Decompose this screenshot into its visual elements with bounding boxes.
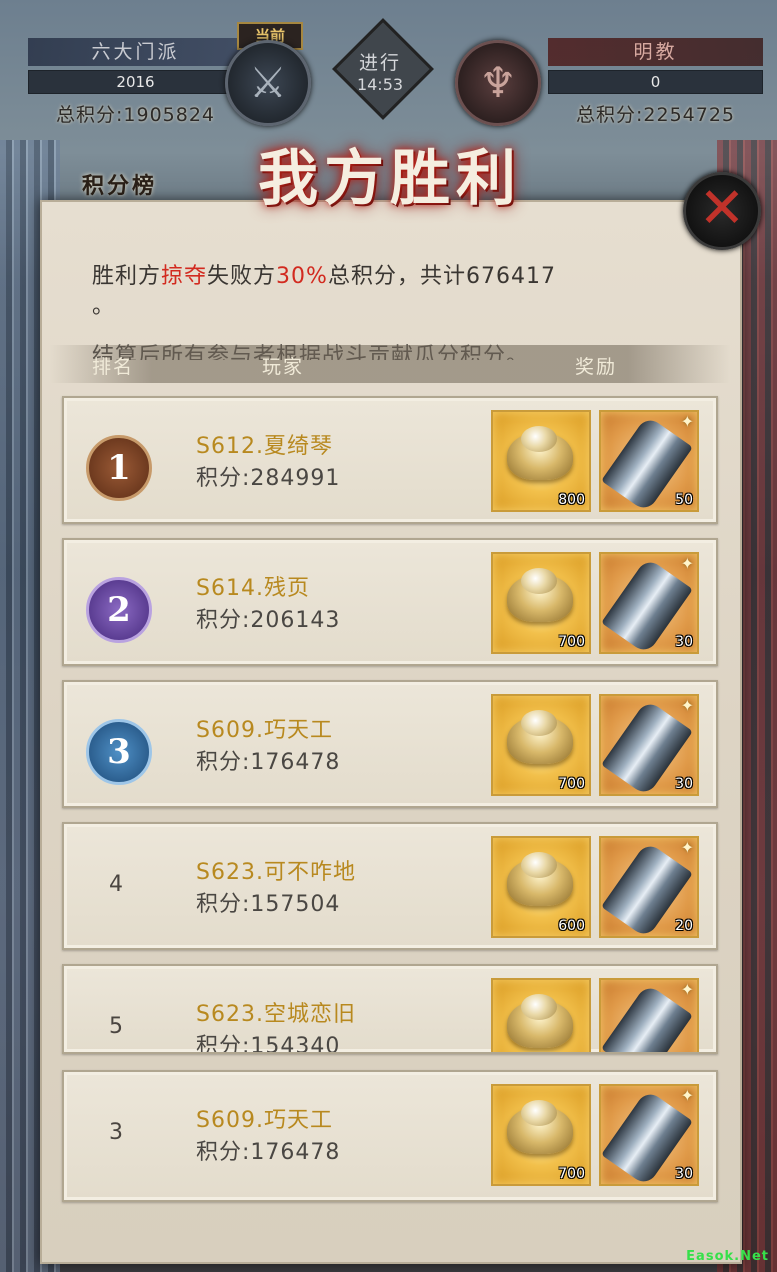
reward-ingot[interactable]: 600	[491, 836, 591, 938]
reward-quantity: 700	[558, 634, 585, 650]
battle-header: 六大门派 2016 总积分:1905824 当前 ⚔ 进行 14:53 ♆ 明教…	[0, 0, 777, 130]
star-icon: ✦	[680, 838, 694, 857]
reward-quantity: 30	[675, 776, 693, 792]
table-row[interactable]: 3 S609.巧天工 积分:176478 700 ✦ 30	[62, 680, 718, 808]
table-row[interactable]: 4 S623.可不咋地 积分:157504 600 ✦ 20	[62, 822, 718, 950]
player-name: S614.残页	[196, 576, 310, 601]
player-score: 积分:157504	[196, 892, 341, 917]
right-faction-total: 总积分:2254725	[575, 104, 736, 126]
reward-ingot[interactable]: 700	[491, 694, 591, 796]
reward-quantity: 20	[675, 918, 693, 934]
column-header-bar	[50, 345, 730, 383]
reward-quantity: 700	[558, 1166, 585, 1182]
rank-number: 3	[109, 1120, 123, 1145]
rank-medal-gold-icon: 1	[86, 435, 152, 501]
ingot-highlight	[521, 568, 557, 594]
rank-medal-purple-icon: 2	[86, 577, 152, 643]
battle-timer: 14:53	[356, 75, 404, 94]
my-rank-row[interactable]: 3 S609.巧天工 积分:176478 700 ✦ 30	[62, 1070, 718, 1202]
desc-part1: 胜利方	[92, 264, 162, 289]
victory-title: 我方胜利	[258, 144, 522, 214]
token-icon	[601, 983, 693, 1052]
player-name: S609.巧天工	[196, 1108, 333, 1133]
reward-quantity: 30	[675, 634, 693, 650]
result-description: 胜利方掠夺失败方30%总积分，共计676417 。	[92, 262, 692, 322]
leaderboard-tab[interactable]: 积分榜	[82, 168, 157, 200]
player-name: S612.夏绮琴	[196, 434, 333, 459]
ingot-highlight	[521, 1100, 557, 1126]
ingot-highlight	[521, 994, 557, 1020]
rank-medal-blue-icon: 3	[86, 719, 152, 785]
close-button[interactable]: ✕	[683, 172, 761, 250]
reward-token[interactable]: ✦ 30	[599, 694, 699, 797]
table-row[interactable]: 2 S614.残页 积分:206143 700 ✦ 30	[62, 538, 718, 666]
table-row[interactable]: 1 S612.夏绮琴 积分:284991 800 ✦ 50	[62, 396, 718, 524]
right-faction-score: 0	[650, 73, 661, 91]
star-icon: ✦	[680, 554, 694, 573]
star-icon: ✦	[680, 412, 694, 431]
reward-ingot[interactable]: 700	[491, 552, 591, 654]
ingot-highlight	[521, 852, 557, 878]
column-reward: 奖励	[575, 356, 618, 378]
column-player: 玩家	[262, 356, 305, 378]
left-faction-score: 2016	[116, 73, 155, 91]
ingot-highlight	[521, 710, 557, 736]
player-name: S623.可不咋地	[196, 860, 356, 885]
timer: 进行 14:53	[335, 48, 425, 94]
rank-number: 4	[109, 872, 123, 897]
ingot-highlight	[521, 426, 557, 452]
desc-part4: 。	[92, 294, 116, 319]
sword-emblem-icon: ⚔	[249, 58, 287, 107]
reward-quantity: 600	[558, 918, 585, 934]
player-score: 积分:284991	[196, 466, 341, 491]
player-name: S623.空城恋旧	[196, 1002, 356, 1027]
close-icon: ✕	[698, 176, 746, 241]
left-faction-name: 六大门派	[28, 38, 243, 66]
reward-token[interactable]: ✦	[599, 978, 699, 1052]
reward-quantity: 800	[558, 492, 585, 508]
left-faction-total: 总积分:1905824	[55, 104, 216, 126]
reward-ingot[interactable]: 700	[491, 1084, 591, 1186]
star-icon: ✦	[680, 980, 694, 999]
reward-ingot[interactable]	[491, 978, 591, 1052]
flame-emblem-icon: ♆	[479, 58, 517, 107]
desc-highlight-plunder: 掠夺	[161, 264, 208, 289]
reward-ingot[interactable]: 800	[491, 410, 591, 512]
right-faction-name: 明教	[548, 38, 763, 66]
desc-part3: 总积分，共计676417	[327, 264, 556, 289]
desc-part2: 失败方	[207, 264, 277, 289]
reward-quantity: 30	[675, 1166, 693, 1182]
watermark: Easok.Net	[686, 1249, 769, 1264]
column-rank: 排名	[92, 356, 135, 378]
player-score: 积分:206143	[196, 608, 341, 633]
reward-token[interactable]: ✦ 50	[599, 410, 699, 513]
right-faction-panel: 明教 0 总积分:2254725	[548, 38, 763, 126]
left-faction-panel: 六大门派 2016 总积分:1905824	[28, 38, 243, 126]
player-score: 积分:176478	[196, 1140, 341, 1165]
reward-quantity: 700	[558, 776, 585, 792]
player-name: S609.巧天工	[196, 718, 333, 743]
reward-token[interactable]: ✦ 30	[599, 1084, 699, 1187]
reward-token[interactable]: ✦ 20	[599, 836, 699, 939]
right-faction-emblem: ♆	[455, 40, 541, 126]
player-score: 积分:176478	[196, 750, 341, 775]
reward-token[interactable]: ✦ 30	[599, 552, 699, 655]
right-faction-score-bar: 0	[548, 70, 763, 94]
rank-number: 5	[109, 1014, 123, 1039]
star-icon: ✦	[680, 696, 694, 715]
star-icon: ✦	[680, 1086, 694, 1105]
left-faction-emblem: ⚔	[225, 40, 311, 126]
player-score: 积分:154340	[196, 1034, 341, 1054]
battle-status: 进行	[358, 52, 401, 74]
left-faction-score-bar: 2016	[28, 70, 243, 94]
desc-highlight-percent: 30%	[276, 264, 328, 289]
table-row[interactable]: 5 S623.空城恋旧 积分:154340 ✦	[62, 964, 718, 1054]
reward-quantity: 50	[675, 492, 693, 508]
